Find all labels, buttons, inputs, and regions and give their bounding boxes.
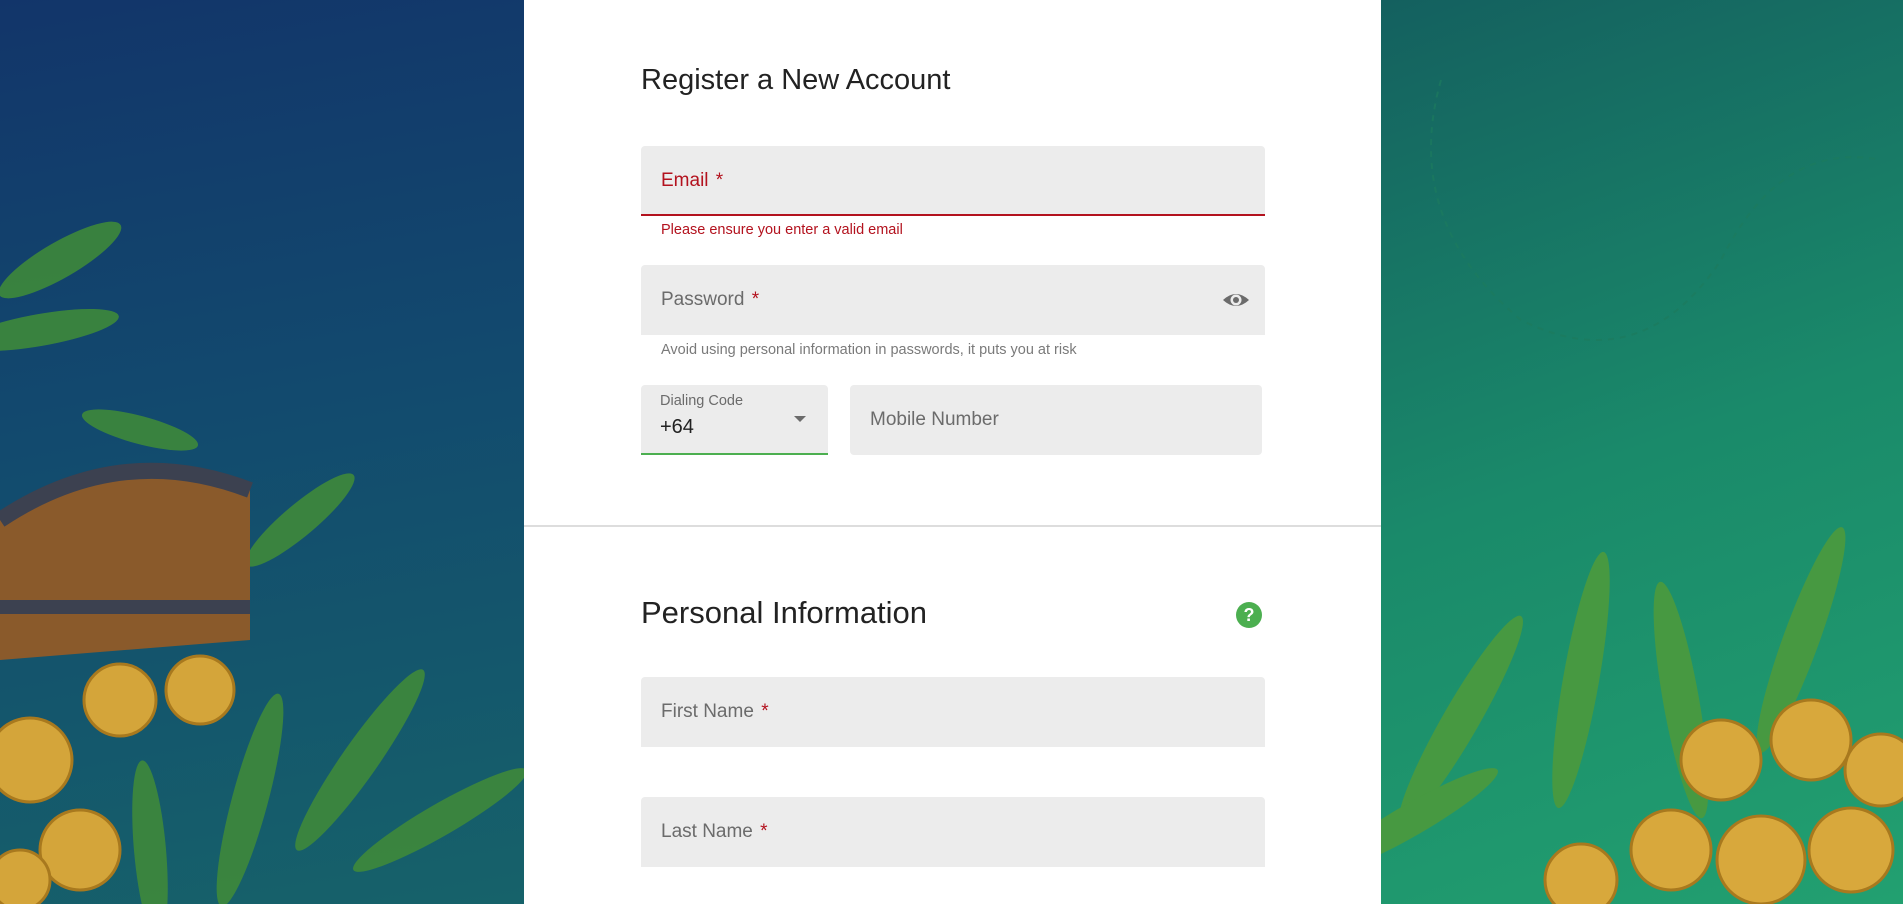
register-title: Register a New Account <box>641 64 951 96</box>
section-divider <box>524 525 1381 527</box>
dialing-code-label: Dialing Code <box>660 393 744 409</box>
dialing-code-select[interactable]: Dialing Code +64 <box>641 385 828 455</box>
personal-info-title: Personal Information <box>641 595 928 630</box>
help-icon[interactable]: ? <box>1236 602 1262 628</box>
dialing-code-value: +64 <box>660 416 694 438</box>
first-name-field[interactable]: First Name * <box>641 677 1265 747</box>
last-name-label: Last Name * <box>661 821 768 843</box>
email-label-text: Email <box>661 170 709 191</box>
last-name-required-mark: * <box>760 821 768 842</box>
password-label-text: Password <box>661 289 745 310</box>
email-field[interactable]: Email * <box>641 146 1265 216</box>
mobile-number-label: Mobile Number <box>870 409 999 430</box>
email-required-mark: * <box>715 170 724 191</box>
last-name-field[interactable]: Last Name * <box>641 797 1265 867</box>
background-right-image <box>1381 0 1903 904</box>
password-required-mark: * <box>751 289 760 310</box>
password-field[interactable]: Password * <box>641 265 1265 335</box>
password-label: Password * <box>661 289 759 311</box>
mobile-number-field[interactable]: Mobile Number <box>850 385 1262 455</box>
first-name-required-mark: * <box>761 701 769 722</box>
background-left-image <box>0 0 524 904</box>
email-error-message: Please ensure you enter a valid email <box>661 222 903 238</box>
first-name-label-text: First Name <box>661 701 754 722</box>
password-helper-text: Avoid using personal information in pass… <box>661 342 1077 358</box>
eye-icon[interactable] <box>1221 287 1251 313</box>
registration-panel: Register a New Account Email * Please en… <box>524 0 1381 904</box>
first-name-label: First Name * <box>661 701 769 723</box>
chevron-down-icon <box>794 416 806 422</box>
email-label: Email * <box>661 170 723 192</box>
last-name-label-text: Last Name <box>661 821 753 842</box>
